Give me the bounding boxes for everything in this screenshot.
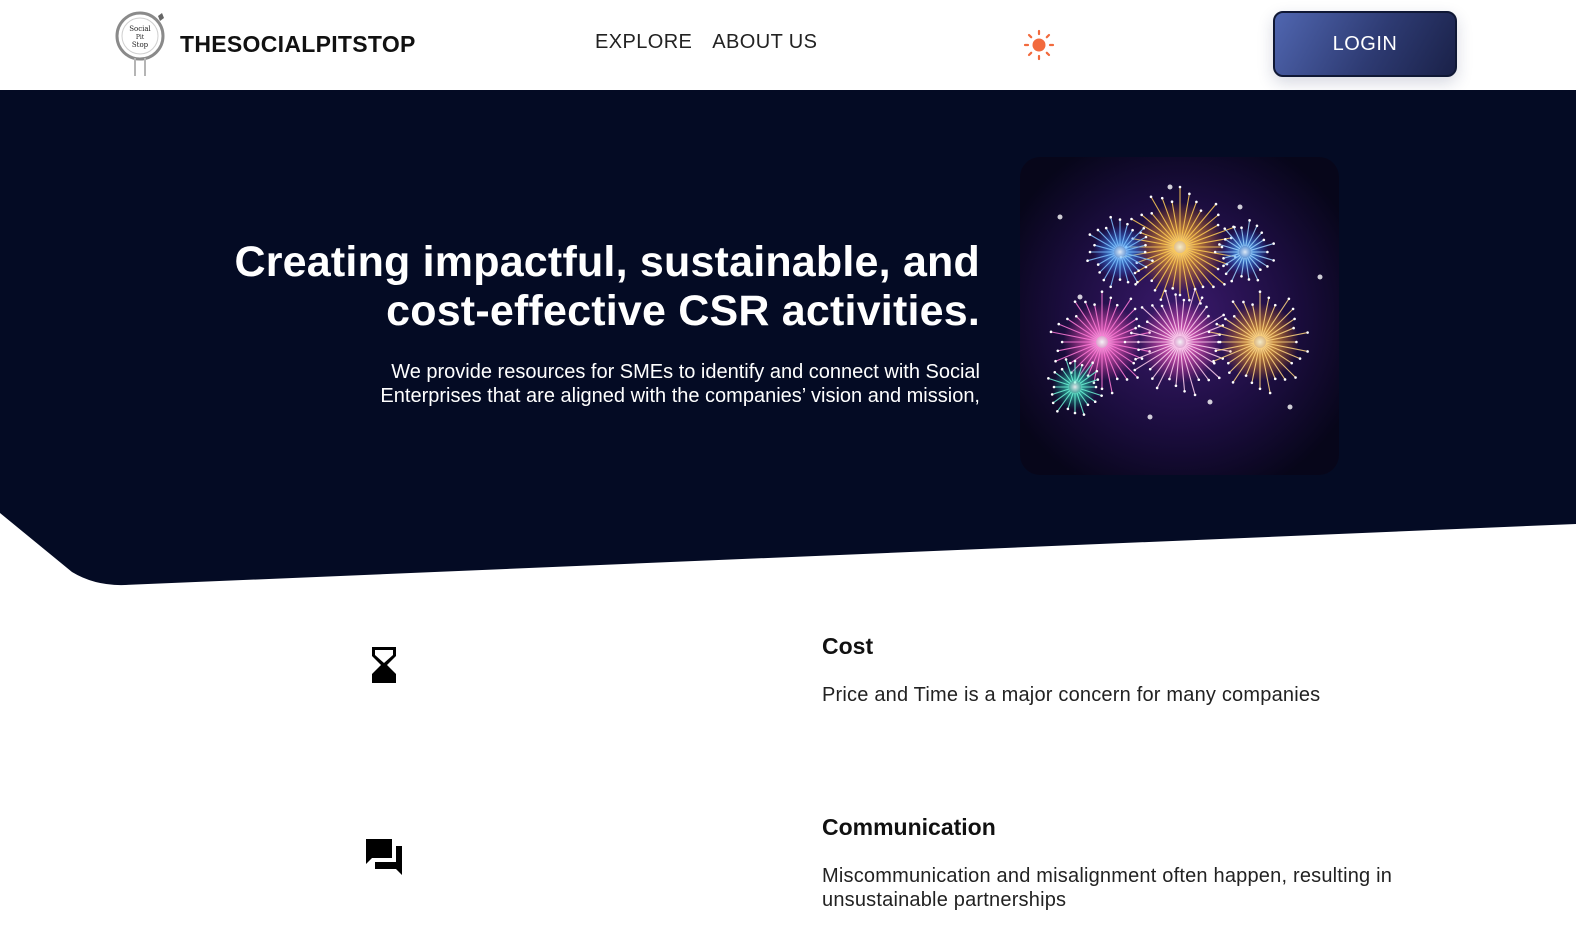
logo-text-1: Social — [129, 25, 151, 33]
sun-icon[interactable] — [1023, 29, 1055, 61]
logo-icon[interactable]: Social Pit Stop — [114, 10, 168, 78]
hourglass-icon — [372, 647, 396, 683]
hero-title: Creating impactful, sustainable, and cos… — [180, 238, 980, 336]
feature-cost-description: Price and Time is a major concern for ma… — [822, 684, 1321, 706]
logo-text-2: Pit — [136, 34, 145, 41]
hero-subtitle-line-1: We provide resources for SMEs to identif… — [391, 361, 980, 383]
logo-text-3: Stop — [132, 41, 149, 49]
hero-title-line-1: Creating impactful, sustainable, and — [234, 238, 980, 286]
fireworks-image — [1020, 157, 1339, 475]
login-button[interactable]: LOGIN — [1273, 11, 1457, 77]
nav-about-us[interactable]: ABOUT US — [712, 31, 817, 54]
hero-title-line-2: cost-effective CSR activities. — [386, 287, 980, 335]
hero-subtitle: We provide resources for SMEs to identif… — [220, 360, 980, 408]
site-header: Social Pit Stop THESOCIALPITSTOP EXPLORE… — [0, 0, 1576, 90]
hero-section: Creating impactful, sustainable, and cos… — [0, 90, 1576, 590]
feature-communication-title: Communication — [822, 814, 996, 840]
hero-background — [0, 90, 1576, 586]
main-nav: EXPLORE ABOUT US — [595, 31, 817, 54]
feature-cost-title: Cost — [822, 633, 874, 659]
feature-communication-description: Miscommunication and misalignment often … — [822, 865, 1393, 911]
chat-bubbles-icon — [366, 839, 402, 875]
hero-subtitle-line-2: Enterprises that are aligned with the co… — [380, 385, 980, 407]
nav-explore[interactable]: EXPLORE — [595, 31, 692, 54]
brand-name[interactable]: THESOCIALPITSTOP — [180, 31, 416, 58]
